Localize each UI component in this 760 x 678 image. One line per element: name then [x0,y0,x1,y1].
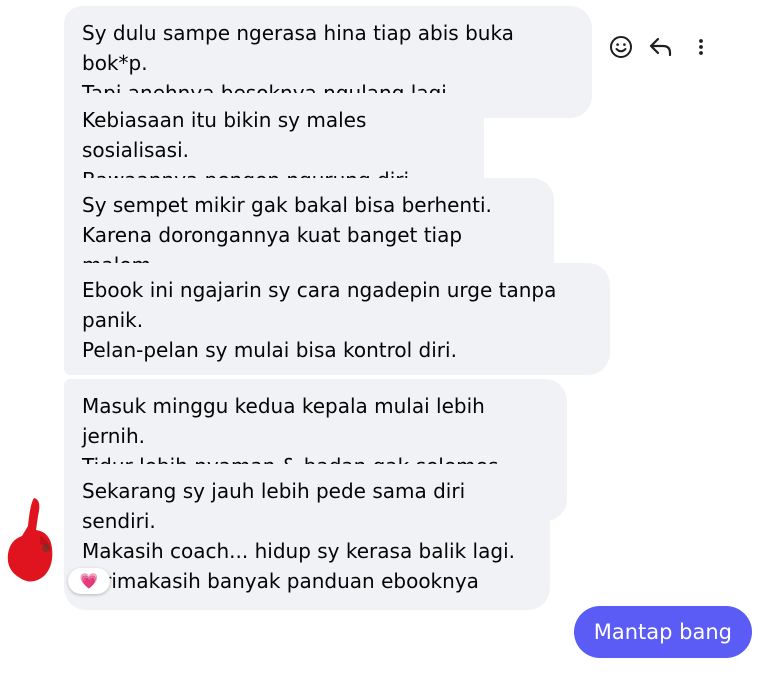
message-bubble-4[interactable]: Ebook ini ngajarin sy cara ngadepin urge… [64,263,610,375]
reply-arrow-icon [649,37,672,57]
message-bubble-6[interactable]: Sekarang sy jauh lebih pede sama diri se… [64,464,550,610]
more-vertical-icon [699,39,703,55]
smiley-react-icon [610,36,632,58]
sender-avatar[interactable] [4,496,56,584]
message-reaction[interactable]: 💗 [68,568,110,594]
message-hover-actions [606,32,716,62]
sent-message-bubble[interactable]: Mantap bang [573,606,752,658]
more-options-button[interactable] [686,32,716,62]
redacted-avatar-icon [7,498,53,582]
react-button[interactable] [606,32,636,62]
reply-button[interactable] [646,32,676,62]
heart-reaction-icon: 💗 [79,572,99,590]
